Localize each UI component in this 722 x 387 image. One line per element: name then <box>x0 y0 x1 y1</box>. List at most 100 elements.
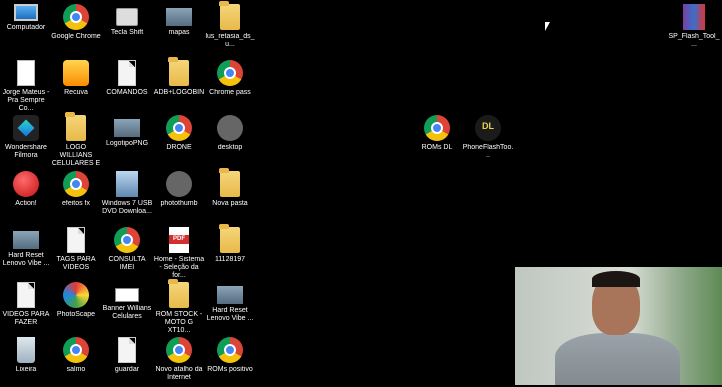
desktop-icon-windows7-usb[interactable]: Windows 7 USB DVD Downloa... <box>101 171 153 216</box>
icon-label: Novo atalho da Internet <box>155 366 203 381</box>
folder-icon <box>219 1 240 30</box>
icon-label: Hard Reset Lenovo Vibe ... <box>206 307 254 322</box>
icon-label: Home - Sistema - Seleção da for... <box>153 256 205 279</box>
icon-label: COMANDOS <box>106 89 148 96</box>
desktop-icon-lixeira[interactable]: Lixeira <box>0 337 52 374</box>
icon-label: Recuva <box>64 89 88 96</box>
system-file-icon <box>166 171 192 197</box>
icon-label: VIDEOS PARA FAZER <box>2 311 50 326</box>
image-file-icon <box>217 286 243 304</box>
desktop-icon-hard-reset-1[interactable]: Hard Reset Lenovo Vibe ... <box>0 227 52 268</box>
desktop-icon-hard-reset-2[interactable]: Hard Reset Lenovo Vibe ... <box>204 282 256 323</box>
desktop-icon-salmo[interactable]: salmo <box>50 337 102 374</box>
icon-label: PhotoScape <box>56 311 96 318</box>
desktop-icon-computador[interactable]: Computador <box>0 4 52 32</box>
system-file-icon <box>217 115 243 141</box>
audio-file-icon <box>17 60 35 86</box>
chrome-icon <box>424 115 450 141</box>
icon-label: CONSULTA IMEI <box>108 256 146 271</box>
chrome-icon <box>114 227 140 253</box>
desktop-icon-banner-willians[interactable]: Banner Willians Celulares <box>101 282 153 321</box>
icon-label: Hard Reset Lenovo Vibe ... <box>2 252 50 267</box>
chrome-icon <box>217 60 243 86</box>
desktop-icon-chrome-pass[interactable]: Chrome pass <box>204 60 256 97</box>
filmora-icon <box>13 115 39 141</box>
desktop-icon-photoscape[interactable]: PhotoScape <box>50 282 102 319</box>
folder-icon <box>65 112 86 141</box>
desktop-icon-roms-dl[interactable]: ROMs DL <box>411 115 463 152</box>
desktop-icon-action[interactable]: Action! <box>0 171 52 208</box>
desktop-icon-consulta-imei[interactable]: CONSULTA IMEI <box>101 227 153 272</box>
chrome-icon <box>217 337 243 363</box>
chrome-icon <box>63 337 89 363</box>
icon-label: SP_Flash_Tool_... <box>668 33 720 48</box>
icon-label: DRONE <box>166 144 192 151</box>
desktop-icon-filmora[interactable]: Wondershare Filmora <box>0 115 52 160</box>
document-icon <box>118 337 136 363</box>
folder-icon <box>168 57 189 86</box>
desktop-icon-tecla-shift[interactable]: Tecla Shift <box>101 4 153 37</box>
desktop-icon-comandos[interactable]: COMANDOS <box>101 60 153 97</box>
desktop-icon-tags-para-videos[interactable]: TAGS PARA VIDEOS <box>50 227 102 272</box>
desktop-icon-guardar[interactable]: guardar <box>101 337 153 374</box>
desktop-icon-videos-para-fazer[interactable]: VIDEOS PARA FAZER <box>0 282 52 327</box>
image-file-icon <box>114 119 140 137</box>
folder-icon <box>219 168 240 197</box>
desktop-icon-drone[interactable]: DRONE <box>153 115 205 152</box>
webcam-person-hair <box>592 271 640 287</box>
desktop-icon-photothumb[interactable]: photothumb <box>153 171 205 208</box>
desktop-icon-mapas[interactable]: mapas <box>153 4 205 37</box>
icon-label: TAGS PARA VIDEOS <box>56 256 96 271</box>
icon-label: salmo <box>66 366 86 373</box>
desktop-icon-sp-flash-tool[interactable]: SP_Flash_Tool_... <box>668 4 720 49</box>
chrome-icon <box>63 171 89 197</box>
icon-label: Lixeira <box>15 366 37 373</box>
chrome-icon <box>166 337 192 363</box>
action-icon <box>13 171 39 197</box>
icon-label: 11128197 <box>214 256 246 263</box>
icon-label: desktop <box>217 144 243 151</box>
chrome-icon <box>166 115 192 141</box>
desktop-icon-11128197[interactable]: 11128197 <box>204 224 256 264</box>
document-icon <box>17 282 35 308</box>
desktop-icon-home-sistema[interactable]: Home - Sistema - Seleção da for... <box>153 227 205 280</box>
desktop-icon-novo-atalho[interactable]: Novo atalho da Internet <box>153 337 205 382</box>
desktop-icon-efeitos-fx[interactable]: efeitos fx <box>50 171 102 208</box>
desktop-icon-nova-pasta[interactable]: Nova pasta <box>204 168 256 208</box>
icon-label: Computador <box>6 24 46 31</box>
icon-label: efeitos fx <box>61 200 90 207</box>
desktop-icon-roms-positivo[interactable]: ROMs positivo <box>204 337 256 374</box>
icon-label: Tecla Shift <box>110 29 144 36</box>
icon-label: Google Chrome <box>51 33 101 40</box>
icon-label: LogotipoPNG <box>105 140 149 147</box>
icon-label: Nova pasta <box>212 200 248 207</box>
icon-label: ROM STOCK - MOTO G XT10... <box>155 311 203 334</box>
desktop-icon-logo-willians[interactable]: LOGO WILLIANS CELULARES E I... <box>50 112 102 168</box>
icon-label: ROMs positivo <box>207 366 253 373</box>
folder-icon <box>219 224 240 253</box>
image-file-icon <box>13 231 39 249</box>
icon-label: Chrome pass <box>209 89 251 96</box>
recuva-icon <box>63 60 89 86</box>
webcam-overlay <box>515 267 722 385</box>
desktop-icon-jorge-mateus[interactable]: Jorge Mateus - Pra Sempre Co... <box>0 60 52 113</box>
icon-label: lus_retasia_ds_u... <box>205 33 255 48</box>
icon-label: Action! <box>15 200 37 207</box>
icon-label: Jorge Mateus - Pra Sempre Co... <box>2 89 50 112</box>
document-icon <box>67 227 85 253</box>
icon-label: Wondershare Filmora <box>5 144 47 159</box>
icon-label: mapas <box>168 29 190 36</box>
desktop-icon-rom-stock[interactable]: ROM STOCK - MOTO G XT10... <box>153 279 205 335</box>
mouse-cursor-icon <box>545 22 550 31</box>
desktop-icon-desktop[interactable]: desktop <box>204 115 256 152</box>
desktop-icon-lus-retasia[interactable]: lus_retasia_ds_u... <box>204 1 256 49</box>
desktop-icon-adb-logobin[interactable]: ADB+LOGOBIN <box>153 57 205 97</box>
chrome-icon <box>63 4 89 30</box>
icon-label: guardar <box>114 366 140 373</box>
icon-label: ADB+LOGOBIN <box>153 89 205 96</box>
desktop-icon-logotipo-png[interactable]: LogotipoPNG <box>101 115 153 148</box>
desktop-icon-google-chrome[interactable]: Google Chrome <box>50 4 102 41</box>
desktop-icon-phoneflashtool[interactable]: PhoneFlashToo... <box>462 115 514 160</box>
desktop-icon-recuva[interactable]: Recuva <box>50 60 102 97</box>
icon-label: Banner Willians Celulares <box>102 305 152 320</box>
